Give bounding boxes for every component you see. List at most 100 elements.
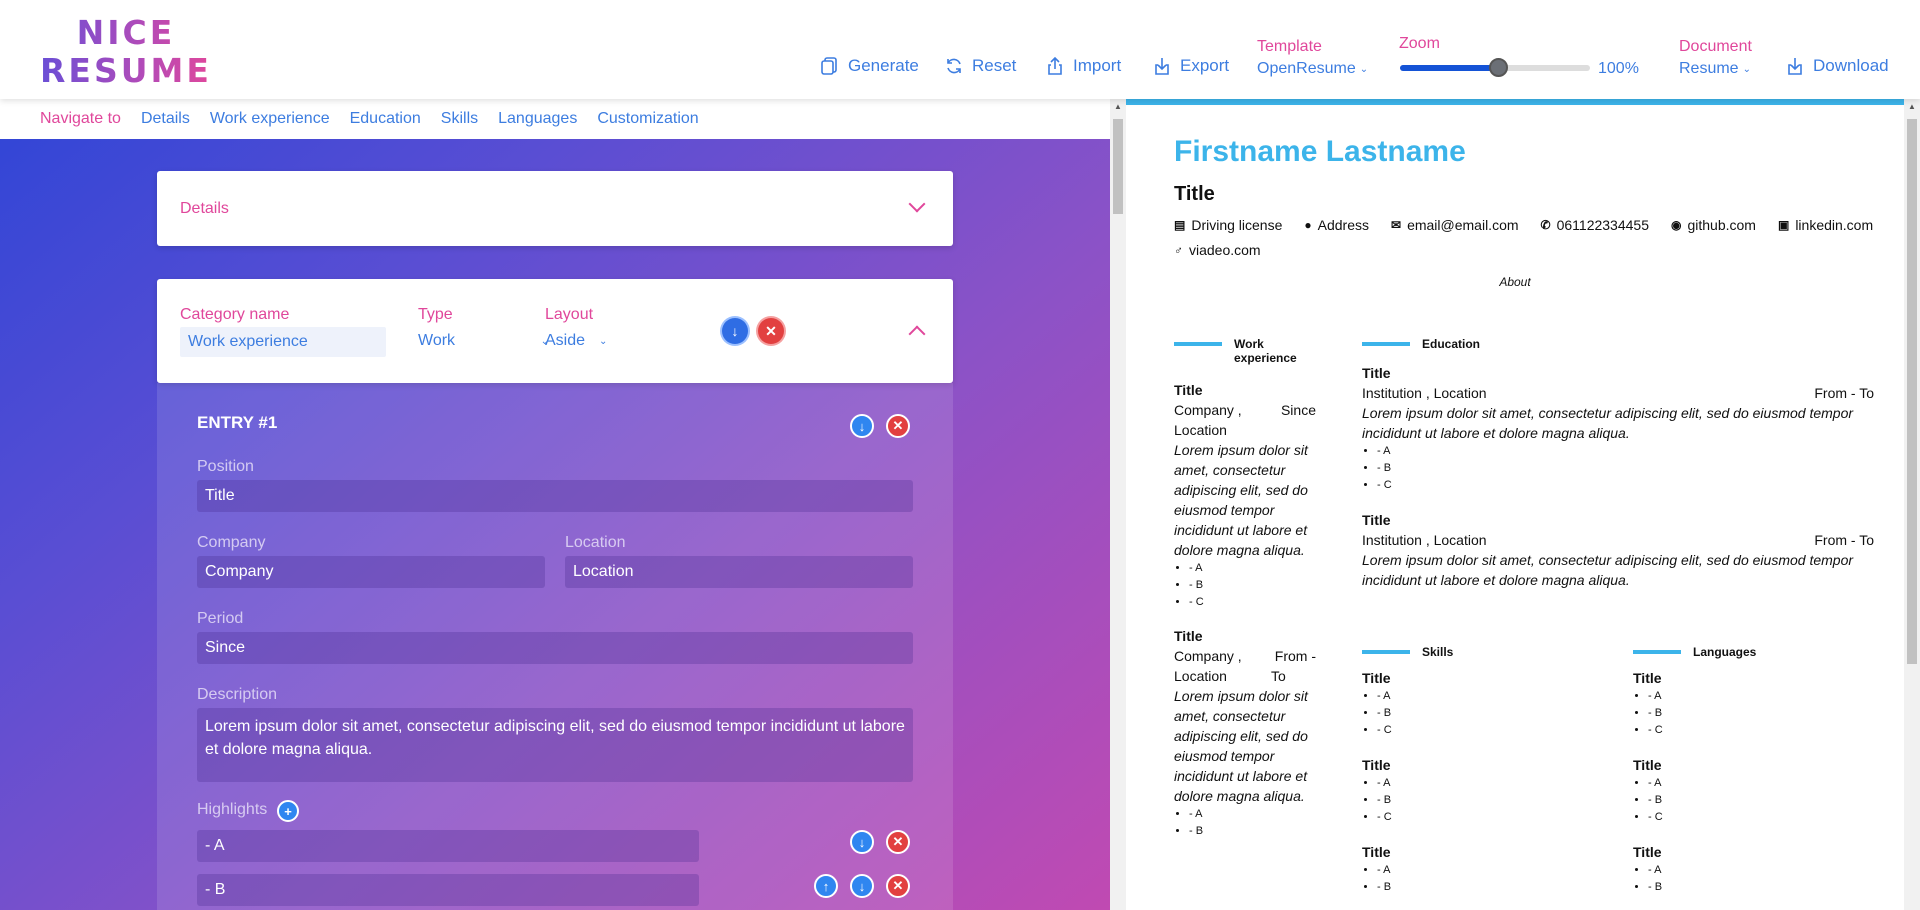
group-bullets: - A- B- C — [1633, 775, 1833, 826]
position-label: Position — [197, 458, 254, 475]
category-name-input[interactable]: Work experience — [180, 327, 386, 357]
chevron-down-icon: ⌄ — [1359, 63, 1369, 75]
zoom-slider[interactable] — [1400, 58, 1590, 77]
map-pin-icon: ● — [1304, 218, 1312, 232]
education-entry: Title Institution , Location From - To Lo… — [1362, 363, 1874, 494]
bullet: - C — [1377, 722, 1562, 739]
entry-meta: Institution , Location From - To — [1362, 530, 1874, 550]
entry-period: Since — [1280, 402, 1316, 418]
move-down-button[interactable]: ↓ — [722, 318, 748, 344]
description-textarea[interactable]: Lorem ipsum dolor sit amet, consectetur … — [197, 708, 913, 782]
nav-link-details[interactable]: Details — [141, 110, 190, 128]
chevron-down-icon[interactable] — [908, 195, 926, 213]
language-group: Title - A- B- C — [1633, 668, 1833, 739]
skill-group: Title - A- B- C — [1362, 755, 1562, 826]
group-bullets: - A- B — [1633, 862, 1833, 896]
bullet: - B — [1189, 577, 1316, 594]
language-group: Title - A- B- C — [1633, 755, 1833, 826]
document-label: Document — [1679, 38, 1752, 55]
import-button[interactable]: Import — [1045, 56, 1121, 76]
type-value: Work — [418, 332, 456, 349]
entry-description: Lorem ipsum dolor sit amet, consectetur … — [1174, 688, 1308, 804]
add-highlight-button[interactable]: + — [277, 800, 299, 822]
zoom-slider-handle[interactable] — [1489, 58, 1508, 77]
scroll-up-icon[interactable]: ▲ — [1908, 102, 1916, 111]
highlight-input[interactable]: - A — [197, 830, 699, 862]
document-select[interactable]: Resume ⌄ — [1679, 60, 1751, 78]
entry-period: From - To — [1814, 532, 1874, 548]
logo-line-1: NICE — [76, 13, 176, 52]
contact-text: linkedin.com — [1795, 217, 1874, 233]
entry-move-down-button[interactable]: ↓ — [850, 414, 874, 438]
location-label: Location — [565, 534, 626, 551]
entry-title: ENTRY #1 — [197, 413, 278, 432]
contact-text: email@email.com — [1407, 217, 1519, 233]
close-icon: ✕ — [892, 418, 904, 433]
highlight-move-down-button[interactable]: ↓ — [850, 874, 874, 898]
highlight-delete-button[interactable]: ✕ — [886, 830, 910, 854]
arrow-down-icon: ↓ — [731, 323, 739, 339]
download-label: Download — [1813, 56, 1889, 75]
entry-title: Title — [1362, 365, 1391, 381]
bullet: - B — [1189, 823, 1316, 840]
zoom-value: 100% — [1598, 60, 1639, 77]
entry-location: Location — [1174, 668, 1227, 684]
download-button[interactable]: Download — [1785, 56, 1889, 76]
template-select[interactable]: OpenResume ⌄ — [1257, 60, 1368, 78]
entry-meta: Company , Since — [1174, 400, 1316, 420]
nav-link-work-experience[interactable]: Work experience — [210, 110, 330, 128]
nav-link-languages[interactable]: Languages — [498, 110, 577, 128]
highlight-input[interactable]: - B — [197, 874, 699, 906]
preview-scrollbar[interactable]: ▲ — [1904, 99, 1920, 910]
export-button[interactable]: Export — [1152, 56, 1229, 76]
details-card[interactable]: Details — [157, 171, 953, 246]
bullet: - B — [1648, 792, 1833, 809]
contact-text: Address — [1317, 217, 1369, 233]
reset-button[interactable]: Reset — [944, 56, 1016, 76]
entry-delete-button[interactable]: ✕ — [886, 414, 910, 438]
contact-linkedin: ▣ linkedin.com — [1778, 217, 1873, 233]
heading-text: Work experience — [1234, 337, 1297, 365]
zoom-slider-fill — [1400, 65, 1499, 71]
highlight-delete-button[interactable]: ✕ — [886, 874, 910, 898]
refresh-icon — [947, 58, 961, 74]
group-title: Title — [1633, 757, 1662, 773]
contact-github: ◉ github.com — [1671, 217, 1756, 233]
type-label: Type — [418, 306, 453, 323]
entry-period-end: To — [1271, 668, 1286, 684]
bullet: - A — [1377, 443, 1874, 460]
generate-button[interactable]: Generate — [820, 56, 919, 76]
close-icon: ✕ — [765, 322, 777, 339]
envelope-icon: ✉ — [1391, 218, 1402, 232]
delete-category-button[interactable]: ✕ — [758, 318, 784, 344]
close-icon: ✕ — [892, 834, 904, 849]
close-icon: ✕ — [892, 878, 904, 893]
editor-scrollbar-thumb[interactable] — [1113, 119, 1123, 214]
highlight-move-up-button[interactable]: ↑ — [814, 874, 838, 898]
chevron-up-icon[interactable] — [908, 325, 926, 343]
nav-link-skills[interactable]: Skills — [441, 110, 478, 128]
highlight-move-down-button[interactable]: ↓ — [850, 830, 874, 854]
bullet: - A — [1189, 806, 1316, 823]
editor-scrollbar[interactable]: ▲ — [1110, 99, 1126, 910]
heading-text: Education — [1422, 337, 1481, 351]
app-logo[interactable]: NICE RESUME — [40, 14, 212, 90]
group-title: Title — [1633, 670, 1662, 686]
position-input[interactable]: Title — [197, 480, 913, 512]
nav-link-customization[interactable]: Customization — [597, 110, 698, 128]
generate-label: Generate — [848, 56, 919, 75]
resume-title: Title — [1174, 183, 1215, 205]
layout-select[interactable]: Aside ⌄ — [545, 332, 607, 350]
period-input[interactable]: Since — [197, 632, 913, 664]
work-experience-heading: Work experience — [1174, 337, 1314, 365]
viadeo-icon: ♂ — [1174, 243, 1183, 257]
arrow-down-icon: ↓ — [858, 418, 866, 434]
scroll-up-icon[interactable]: ▲ — [1114, 102, 1122, 111]
location-input[interactable]: Location — [565, 556, 913, 588]
entry-title: Title — [1362, 512, 1391, 528]
preview-scrollbar-thumb[interactable] — [1907, 119, 1917, 664]
entry-place: Institution , Location — [1362, 532, 1487, 548]
type-select[interactable]: Work ⌄ — [418, 332, 549, 350]
company-input[interactable]: Company — [197, 556, 545, 588]
nav-link-education[interactable]: Education — [350, 110, 421, 128]
